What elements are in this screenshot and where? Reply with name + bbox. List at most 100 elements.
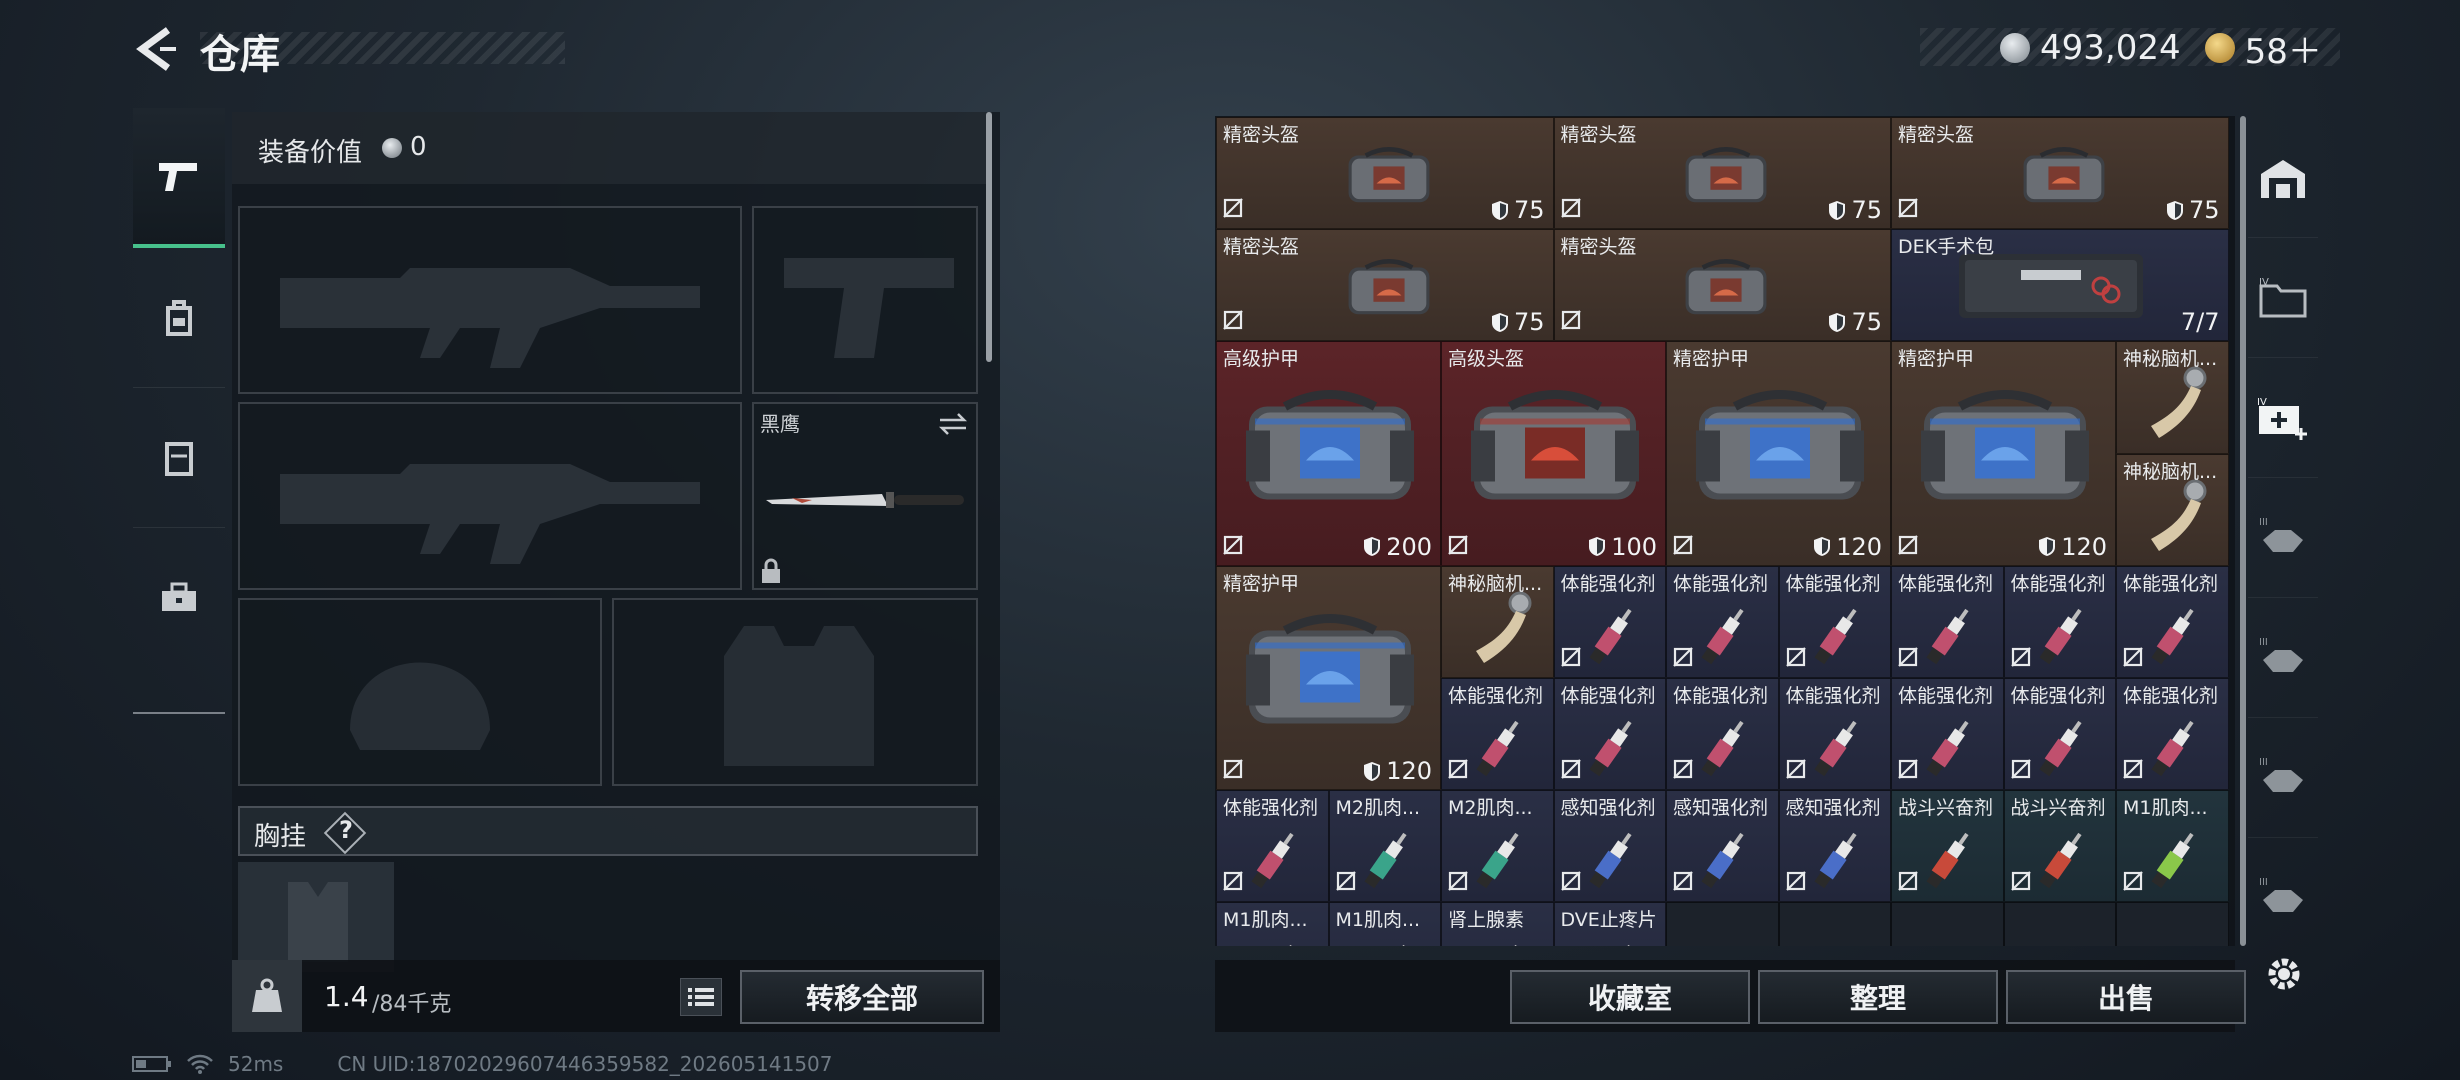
tab-hands-4[interactable]: III: [2248, 838, 2318, 958]
empty-cell[interactable]: [1891, 902, 2004, 946]
syringe-icon: [1476, 833, 1519, 889]
inventory-cell[interactable]: M1肌肉...: [1216, 902, 1329, 946]
inventory-cell[interactable]: 精密护甲 120: [1666, 341, 1891, 566]
inventory-cell[interactable]: 体能强化剂: [2116, 678, 2229, 791]
tab-hands-1[interactable]: III: [2248, 478, 2318, 598]
inventory-cell[interactable]: 高级头盔 100: [1441, 341, 1666, 566]
tab-vest[interactable]: [133, 388, 225, 528]
item-name: 体能强化剂: [1673, 685, 1769, 707]
inventory-cell[interactable]: 精密护甲 120: [1891, 341, 2116, 566]
item-value: 75: [1828, 308, 1882, 336]
primary-weapon-slot-2[interactable]: [238, 402, 742, 590]
inventory-cell[interactable]: M1肌肉...: [2116, 790, 2229, 903]
no-insure-icon: [1898, 759, 1918, 779]
item-name: 体能强化剂: [1898, 572, 1994, 595]
no-insure-badge: [1785, 759, 1806, 783]
equipment-tabs: [133, 108, 225, 714]
armor-shield-icon: [1364, 761, 1381, 781]
inventory-cell[interactable]: M1肌肉...: [1328, 902, 1441, 946]
no-insure-badge: [2010, 871, 2031, 895]
tab-case[interactable]: [133, 528, 225, 668]
inventory-cell[interactable]: 体能强化剂: [1778, 565, 1891, 678]
settings-gear-icon[interactable]: [2262, 952, 2306, 996]
inventory-cell[interactable]: 精密头盔 75: [1216, 229, 1554, 342]
inventory-cell[interactable]: 神秘脑机...: [1441, 565, 1554, 678]
inventory-cell[interactable]: 感知强化剂: [1778, 790, 1891, 903]
inventory-cell[interactable]: 体能强化剂: [1216, 790, 1329, 903]
secondary-weapon-slot[interactable]: [752, 206, 978, 394]
inventory-cell[interactable]: 精密头盔 75: [1553, 229, 1891, 342]
inventory-cell[interactable]: M2肌肉...: [1328, 790, 1441, 903]
inventory-cell[interactable]: 肾上腺素: [1441, 902, 1554, 946]
equipment-value: 0: [410, 132, 427, 162]
inventory-cell[interactable]: 精密护甲 120: [1216, 565, 1441, 791]
transfer-all-button[interactable]: 转移全部: [740, 970, 984, 1024]
tab-hands-2[interactable]: III: [2248, 598, 2318, 718]
inventory-cell[interactable]: 高级护甲 200: [1216, 341, 1441, 566]
helmet-slot[interactable]: [238, 598, 602, 786]
inventory-cell[interactable]: M2肌肉...: [1441, 790, 1554, 903]
list-view-button[interactable]: [680, 978, 722, 1016]
syringe-icon: [1589, 608, 1632, 665]
inventory-cell[interactable]: 战斗兴奋剂: [2003, 790, 2116, 903]
inventory-cell[interactable]: 体能强化剂: [1666, 678, 1779, 791]
inventory-cell[interactable]: 精密头盔 75: [1553, 117, 1891, 230]
inventory-cell[interactable]: 神秘脑机...: [2116, 453, 2229, 566]
inventory-cell[interactable]: 战斗兴奋剂: [1891, 790, 2004, 903]
inventory-cell[interactable]: 神秘脑机...: [2116, 341, 2229, 454]
inventory-cell[interactable]: 精密头盔 75: [1216, 117, 1554, 230]
inventory-cell[interactable]: DEK手术包 7/7: [1891, 229, 2229, 342]
inventory-cell[interactable]: 精密头盔 75: [1891, 117, 2229, 230]
empty-cell[interactable]: [2116, 902, 2229, 946]
weight-icon: [252, 978, 282, 1012]
inventory-cell[interactable]: 体能强化剂: [2116, 565, 2229, 678]
empty-cell[interactable]: [1778, 902, 1891, 946]
inventory-cell[interactable]: 体能强化剂: [2003, 565, 2116, 678]
empty-cell[interactable]: [2003, 902, 2116, 946]
collection-button[interactable]: 收藏室: [1510, 970, 1750, 1024]
back-arrow-icon[interactable]: [130, 24, 180, 74]
inventory-cell[interactable]: 感知强化剂: [1553, 790, 1666, 903]
inventory-cell[interactable]: 体能强化剂: [2003, 678, 2116, 791]
inventory-cell[interactable]: 感知强化剂: [1666, 790, 1779, 903]
grid-scrollbar[interactable]: [2240, 116, 2246, 946]
no-insure-badge: [1785, 647, 1806, 671]
no-insure-badge: [1448, 871, 1468, 895]
storage-tabs: IV IV III III III III: [2248, 118, 2318, 958]
syringe-icon: [1701, 720, 1744, 777]
tab-medical[interactable]: IV: [2248, 358, 2318, 478]
gold-amount[interactable]: 58＋: [2245, 24, 2322, 73]
no-insure-badge: [2010, 647, 2031, 671]
tab-weapons[interactable]: [133, 108, 225, 248]
gold-coin-icon: [2204, 33, 2235, 63]
melee-slot[interactable]: 黑鹰: [752, 402, 978, 590]
armor-slot[interactable]: [612, 598, 978, 786]
chest-rig-slot[interactable]: [238, 862, 394, 972]
tab-backpack[interactable]: [133, 248, 225, 388]
no-insure-badge: [1673, 535, 1693, 559]
rifle-silhouette-icon: [280, 464, 700, 564]
primary-weapon-slot[interactable]: [238, 206, 742, 394]
inventory-cell[interactable]: DVE止疼片: [1553, 902, 1666, 946]
panel-scrollbar[interactable]: [986, 112, 992, 362]
inventory-cell[interactable]: 体能强化剂: [1891, 678, 2004, 791]
tab-storage-home[interactable]: [2248, 118, 2318, 238]
inventory-cell[interactable]: 体能强化剂: [1553, 565, 1666, 678]
item-name: 体能强化剂: [1560, 572, 1656, 595]
syringe-icon: [1283, 945, 1294, 946]
no-insure-badge: [1223, 871, 1243, 895]
inventory-cell[interactable]: 体能强化剂: [1553, 678, 1666, 791]
organize-button[interactable]: 整理: [1758, 970, 1998, 1024]
inventory-cell[interactable]: 体能强化剂: [1666, 565, 1779, 678]
sell-button[interactable]: 出售: [2006, 970, 2246, 1024]
help-icon[interactable]: ?: [339, 816, 353, 844]
tab-storage-folder[interactable]: IV: [2248, 238, 2318, 358]
swap-icon[interactable]: [938, 412, 968, 436]
empty-cell[interactable]: [1666, 902, 1779, 946]
no-insure-icon: [2123, 647, 2143, 667]
inventory-cell[interactable]: 体能强化剂: [1778, 678, 1891, 791]
inventory-cell[interactable]: 体能强化剂: [1891, 565, 2004, 678]
inventory-cell[interactable]: 体能强化剂: [1441, 678, 1554, 791]
no-insure-badge: [1560, 871, 1581, 895]
tab-hands-3[interactable]: III: [2248, 718, 2318, 838]
